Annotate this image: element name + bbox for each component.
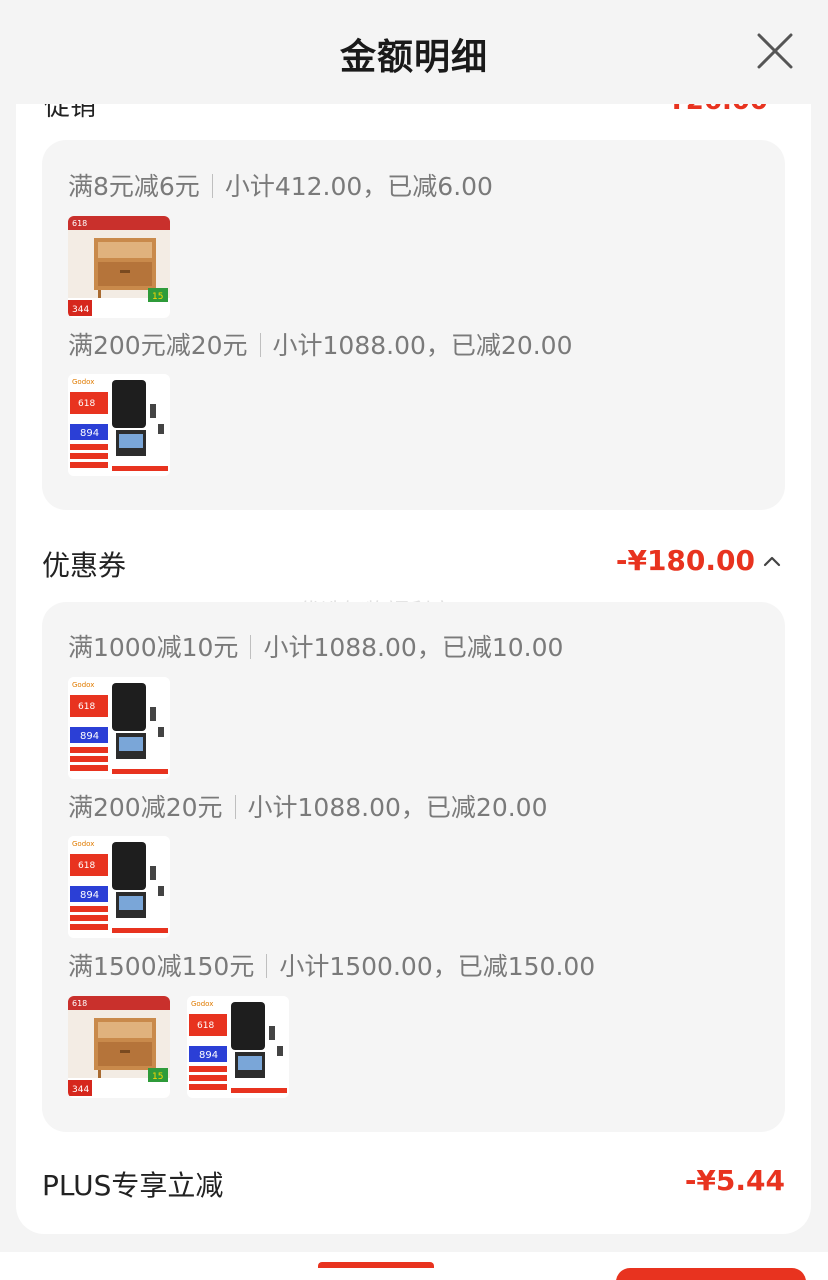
nightstand-badge: 618 (72, 219, 87, 228)
flash-price: 894 (80, 428, 99, 439)
coupon-rule-2-text: 满200减20元 (68, 793, 223, 822)
coupon-rule-1: 满1000减10元 小计1088.00，已减10.00 (68, 628, 563, 664)
divider (259, 333, 261, 357)
submit-button[interactable] (616, 1268, 806, 1280)
modal-header: 金额明细 (0, 0, 828, 104)
flash-badge: 618 (78, 861, 95, 871)
nightstand-coupon: 15 (152, 1072, 163, 1082)
flash-price: 894 (80, 731, 99, 742)
promo-rule-1-text: 满8元减6元 (68, 172, 200, 201)
nightstand-badge: 618 (72, 999, 87, 1008)
coupon-rule-3: 满1500减150元 小计1500.00，已减150.00 (68, 947, 595, 983)
coupon-label: 优惠券 (42, 549, 127, 582)
chevron-up-icon[interactable] (763, 554, 781, 568)
promotion-detail-card: 满8元减6元 小计412.00，已减6.00 618 344 15 满200元减… (42, 140, 785, 510)
promotion-label: 促销 (44, 104, 97, 122)
plus-amount: -¥5.44 (684, 1164, 785, 1197)
promo-rule-2: 满200元减20元 小计1088.00，已减20.00 (68, 326, 572, 362)
coupon-amount: -¥180.00 (615, 544, 755, 577)
divider (211, 174, 213, 198)
flash-brand: Godox (72, 378, 94, 386)
plus-discount-row: PLUS专享立减 -¥5.44 (42, 1164, 787, 1204)
product-thumb-flash[interactable]: Godox 618 894 (68, 836, 170, 938)
coupon-rule-1-summary: 小计1088.00，已减10.00 (263, 633, 564, 662)
footer-bar (0, 1252, 828, 1280)
nightstand-price: 344 (72, 1085, 89, 1095)
nightstand-price: 344 (72, 305, 89, 315)
coupon-rule-1-text: 满1000减10元 (68, 633, 239, 662)
coupon-rule-3-summary: 小计1500.00，已减150.00 (279, 952, 596, 981)
divider (234, 795, 236, 819)
nightstand-image: 618 344 15 (68, 216, 170, 318)
divider (266, 954, 268, 978)
flash-badge: 618 (78, 702, 95, 712)
flash-image: Godox 618 894 (68, 677, 170, 779)
divider (250, 635, 252, 659)
flash-image: Godox 618 894 (187, 996, 289, 1098)
nightstand-image: 618 344 15 (68, 996, 170, 1098)
close-icon (757, 33, 793, 69)
close-button[interactable] (754, 30, 796, 72)
promotion-amount: -¥26.00 (657, 104, 768, 116)
product-thumb-nightstand[interactable]: 618 344 15 (68, 216, 170, 318)
flash-price: 894 (80, 890, 99, 901)
flash-price: 894 (199, 1050, 218, 1061)
coupon-rule-2: 满200减20元 小计1088.00，已减20.00 (68, 788, 547, 824)
promo-rule-1: 满8元减6元 小计412.00，已减6.00 (68, 167, 493, 203)
amount-detail-sheet: 促销 -¥26.00 满8元减6元小计412.00，已减6.00 618 344 (16, 104, 811, 1234)
total-price-partial (318, 1262, 434, 1270)
flash-image: Godox 618 894 (68, 374, 170, 476)
flash-image: Godox 618 894 (68, 836, 170, 938)
promo-rule-2-summary: 小计1088.00，已减20.00 (272, 331, 573, 360)
page-title: 金额明细 (339, 37, 488, 78)
promo-rule-1-summary: 小计412.00，已减6.00 (224, 172, 493, 201)
plus-label: PLUS专享立减 (42, 1169, 224, 1202)
coupon-rule-2-summary: 小计1088.00，已减20.00 (247, 793, 548, 822)
flash-badge: 618 (197, 1021, 214, 1031)
coupon-rule-3-text: 满1500减150元 (68, 952, 255, 981)
product-thumb-nightstand[interactable]: 618 344 15 (68, 996, 170, 1098)
product-thumb-flash[interactable]: Godox 618 894 (187, 996, 289, 1098)
flash-brand: Godox (72, 840, 94, 848)
flash-brand: Godox (191, 1000, 213, 1008)
product-thumb-flash[interactable]: Godox 618 894 (68, 374, 170, 476)
flash-brand: Godox (72, 681, 94, 689)
coupon-row[interactable]: 优惠券 -¥180.00 (42, 544, 787, 584)
flash-badge: 618 (78, 399, 95, 409)
coupon-detail-card: 满1000减10元 小计1088.00，已减10.00 Godox 618 894 (42, 602, 785, 1132)
product-thumb-flash[interactable]: Godox 618 894 (68, 677, 170, 779)
nightstand-coupon: 15 (152, 292, 163, 302)
promotion-row[interactable]: 促销 -¥26.00 (44, 104, 784, 122)
promo-rule-2-text: 满200元减20元 (68, 331, 248, 360)
